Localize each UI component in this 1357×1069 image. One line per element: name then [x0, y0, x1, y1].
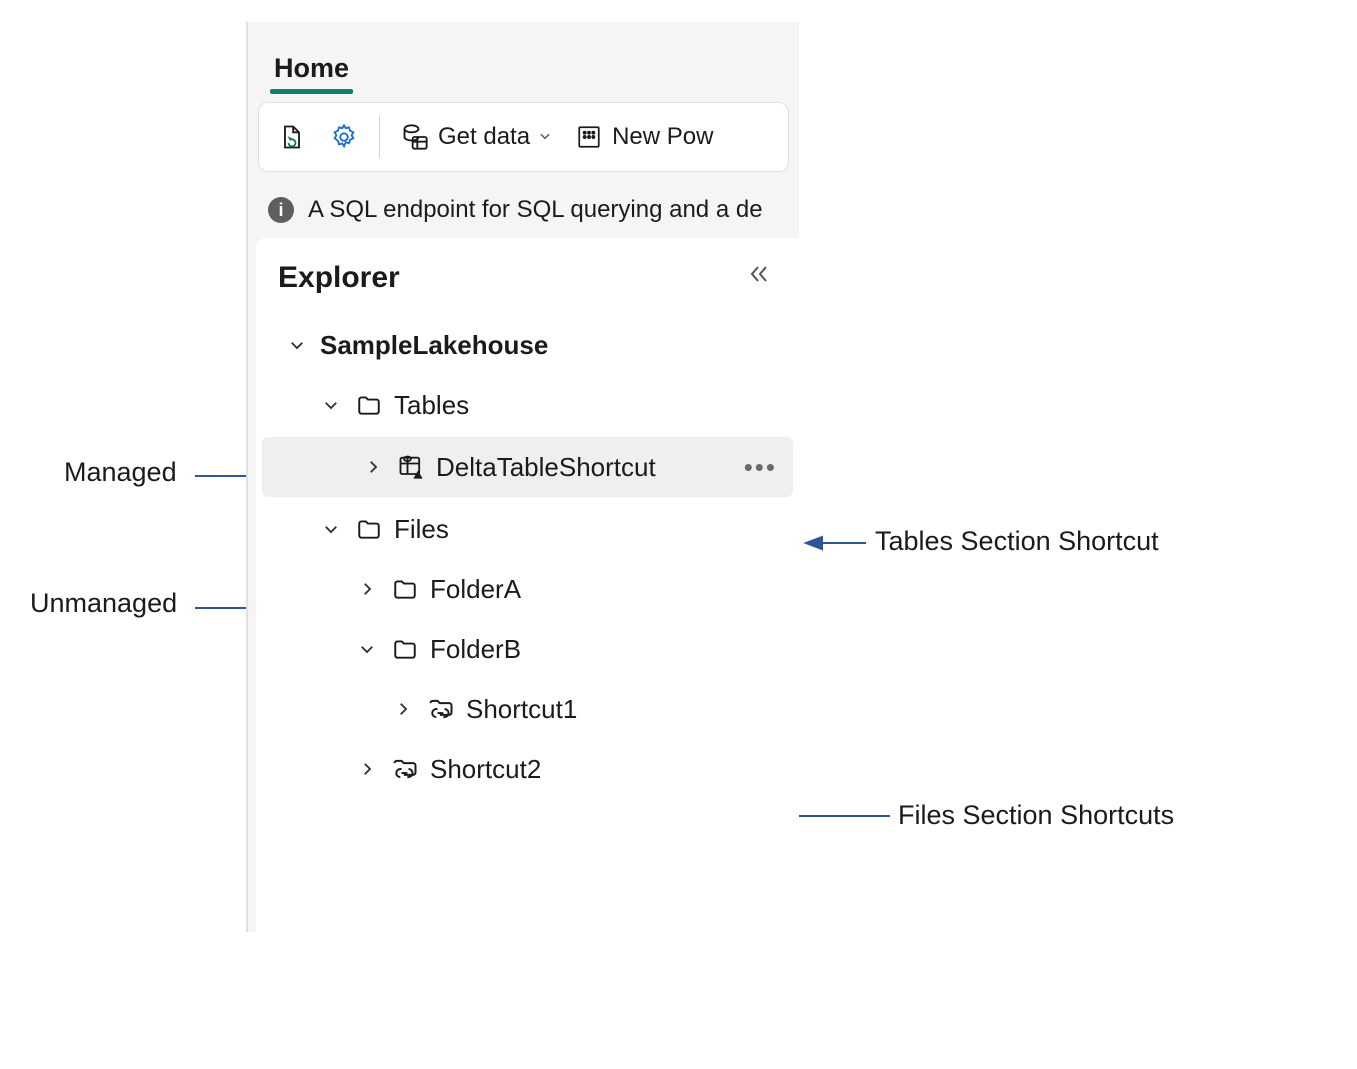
tree-root[interactable]: SampleLakehouse [256, 315, 799, 375]
chevron-right-icon [360, 458, 386, 476]
toolbar: Get data [258, 102, 789, 172]
info-icon: i [268, 197, 294, 223]
info-text: A SQL endpoint for SQL querying and a de [308, 196, 763, 224]
shortcut2-label: Shortcut2 [430, 754, 541, 785]
explorer-panel: Explorer SampleLakehouse [256, 238, 799, 932]
collapse-explorer-button[interactable] [741, 258, 777, 297]
folder-shortcut-icon [426, 694, 456, 724]
shortcut1-label: Shortcut1 [466, 694, 577, 725]
tab-strip: Home [248, 22, 799, 94]
tree-node-folder-a[interactable]: FolderA [256, 559, 799, 619]
refresh-icon [277, 122, 307, 152]
lakehouse-panel: Home [246, 22, 799, 932]
chevron-down-icon [538, 127, 552, 148]
delta-shortcut-label: DeltaTableShortcut [436, 452, 656, 483]
root-label: SampleLakehouse [320, 330, 548, 361]
explorer-title: Explorer [278, 261, 741, 295]
folder-icon [390, 574, 420, 604]
chevron-right-icon [354, 580, 380, 598]
files-label: Files [394, 514, 449, 545]
chevron-down-icon [354, 640, 380, 658]
more-actions-button[interactable]: ••• [736, 450, 785, 485]
chevron-right-icon [390, 700, 416, 718]
tree-node-shortcut1[interactable]: Shortcut1 [256, 679, 799, 739]
gear-icon [329, 122, 359, 152]
new-powerbi-button[interactable]: New Pow [568, 118, 719, 156]
annotation-tables-shortcut-label: Tables Section Shortcut [875, 526, 1159, 557]
folder-b-label: FolderB [430, 634, 521, 665]
tree-node-folder-b[interactable]: FolderB [256, 619, 799, 679]
arrow-tables-shortcut [806, 533, 866, 553]
tab-home[interactable]: Home [270, 53, 353, 94]
tree-node-files[interactable]: Files [256, 499, 799, 559]
get-data-label: Get data [438, 123, 530, 151]
settings-button[interactable] [323, 118, 365, 156]
new-powerbi-label: New Pow [612, 123, 713, 151]
info-bar: i A SQL endpoint for SQL querying and a … [248, 184, 799, 238]
chevron-down-icon [284, 336, 310, 354]
table-shortcut-icon [396, 452, 426, 482]
chevron-down-icon [318, 396, 344, 414]
tree-node-tables[interactable]: Tables [256, 375, 799, 435]
database-table-icon [400, 122, 430, 152]
tree-node-shortcut2[interactable]: Shortcut2 [256, 739, 799, 799]
explorer-tree: SampleLakehouse Tables [256, 315, 799, 799]
chevron-right-icon [354, 760, 380, 778]
folder-shortcut-icon [390, 754, 420, 784]
folder-icon [354, 514, 384, 544]
toolbar-divider [379, 116, 380, 158]
grid-icon [574, 122, 604, 152]
get-data-button[interactable]: Get data [394, 118, 558, 156]
annotation-managed-label: Managed [64, 457, 177, 488]
chevron-down-icon [318, 520, 344, 538]
tree-node-delta-shortcut[interactable]: DeltaTableShortcut ••• [262, 437, 793, 497]
annotation-files-shortcuts-label: Files Section Shortcuts [898, 800, 1174, 831]
folder-a-label: FolderA [430, 574, 521, 605]
folder-icon [354, 390, 384, 420]
tables-label: Tables [394, 390, 469, 421]
folder-icon [390, 634, 420, 664]
refresh-button[interactable] [271, 118, 313, 156]
annotation-unmanaged-label: Unmanaged [30, 588, 177, 619]
